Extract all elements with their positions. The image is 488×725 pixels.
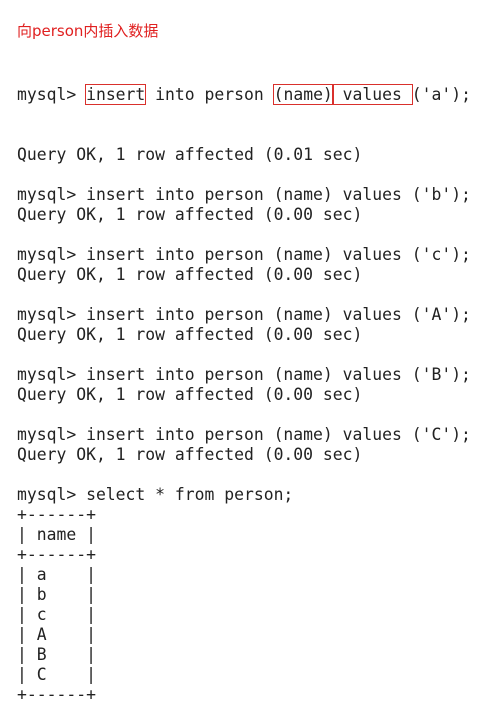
- command-line: mysql> insert into person (name) values …: [17, 365, 471, 384]
- command-line: mysql> select * from person;: [17, 485, 294, 504]
- command-line: mysql> insert into person (name) values …: [17, 425, 471, 444]
- first-insert-command: mysql> insert into person (name) values …: [17, 84, 471, 105]
- table-line: | c |: [17, 605, 96, 624]
- table-line: | a |: [17, 565, 96, 584]
- mysql-console[interactable]: mysql> insert into person (name) values …: [17, 45, 471, 725]
- table-line: | C |: [17, 665, 96, 684]
- table-line: | B |: [17, 645, 96, 664]
- result-line: Query OK, 1 row affected (0.00 sec): [17, 205, 363, 224]
- annotation-label: 向person内插入数据: [17, 22, 159, 40]
- table-line: +------+: [17, 545, 96, 564]
- result-line: Query OK, 1 row affected (0.00 sec): [17, 385, 363, 404]
- table-line: +------+: [17, 505, 96, 524]
- table-line: | name |: [17, 525, 96, 544]
- insert-keyword-highlight: insert: [85, 84, 147, 105]
- result-line: Query OK, 1 row affected (0.00 sec): [17, 265, 363, 284]
- table-line: +------+: [17, 685, 96, 704]
- result-line: Query OK, 1 row affected (0.00 sec): [17, 325, 363, 344]
- values-keyword-highlight: values: [331, 84, 413, 105]
- table-line: | b |: [17, 585, 96, 604]
- command-line: mysql> insert into person (name) values …: [17, 245, 471, 264]
- table-line: | A |: [17, 625, 96, 644]
- command-line: mysql> insert into person (name) values …: [17, 185, 471, 204]
- result-line: Query OK, 1 row affected (0.01 sec): [17, 145, 363, 164]
- console-output: Query OK, 1 row affected (0.01 sec) mysql…: [17, 145, 471, 705]
- prompt: mysql>: [17, 85, 87, 104]
- command-line: mysql> insert into person (name) values …: [17, 305, 471, 324]
- column-list-highlight: (name): [272, 84, 334, 105]
- into-table: into person: [145, 85, 274, 104]
- result-line: Query OK, 1 row affected (0.00 sec): [17, 445, 363, 464]
- value-literal: ('a');: [411, 85, 471, 104]
